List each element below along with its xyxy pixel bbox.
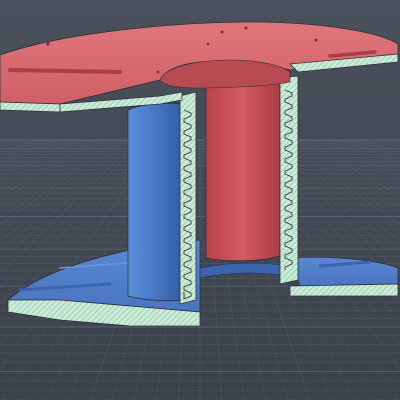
3d-viewport[interactable]: [0, 0, 400, 400]
inner-core: [127, 102, 187, 302]
model-canvas[interactable]: [0, 0, 400, 400]
